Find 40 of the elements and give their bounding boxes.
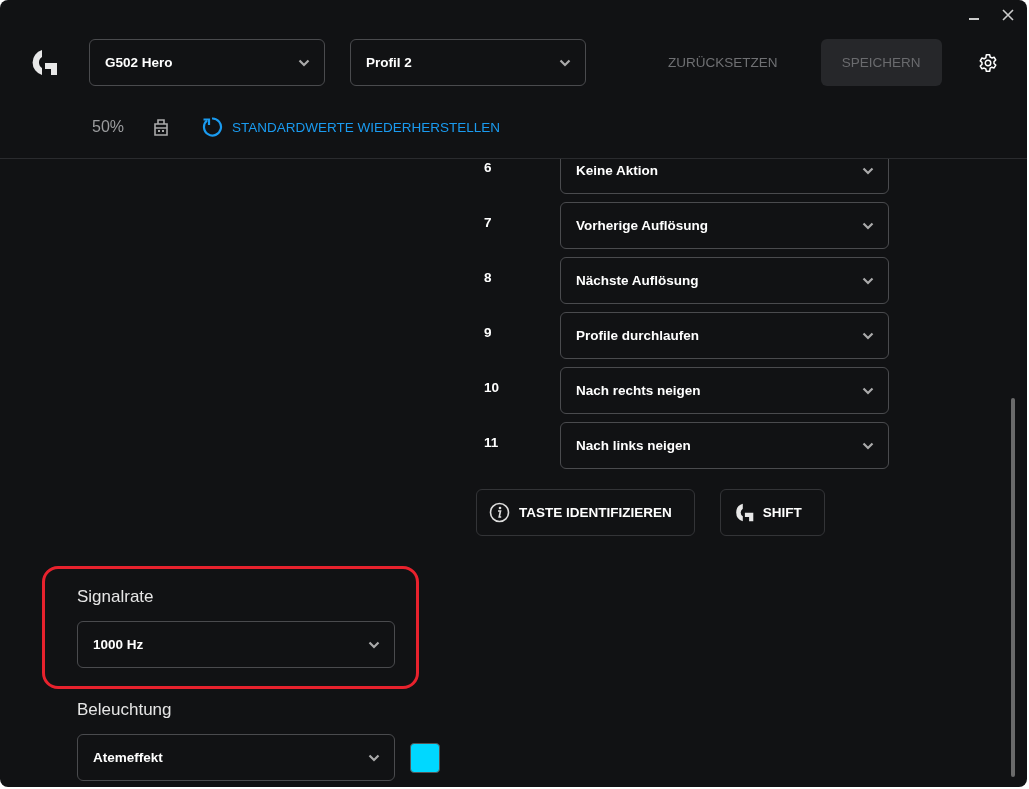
chevron-down-icon xyxy=(298,58,310,67)
chevron-down-icon xyxy=(862,331,874,340)
chevron-down-icon xyxy=(368,753,380,762)
identify-button[interactable]: TASTE IDENTIFIZIEREN xyxy=(476,489,695,536)
close-icon[interactable] xyxy=(1001,8,1015,22)
button-number: 10 xyxy=(483,379,501,397)
chevron-down-icon xyxy=(559,58,571,67)
button-number: 8 xyxy=(483,269,493,287)
shift-button[interactable]: SHIFT xyxy=(719,489,825,536)
chevron-down-icon xyxy=(862,276,874,285)
action-dropdown[interactable]: Keine Aktion xyxy=(560,159,889,194)
refresh-icon xyxy=(201,116,224,138)
button-number: 11 xyxy=(483,434,500,452)
reset-button[interactable]: ZURÜCKSETZEN xyxy=(668,55,778,70)
button-number: 9 xyxy=(483,324,493,342)
report-rate-dropdown[interactable]: 1000 Hz xyxy=(77,621,395,668)
battery-level: 50% xyxy=(92,118,125,136)
chevron-down-icon xyxy=(862,441,874,450)
action-dropdown[interactable]: Nach links neigen xyxy=(560,422,889,469)
chevron-down-icon xyxy=(368,640,380,649)
device-dropdown[interactable]: G502 Hero xyxy=(89,39,325,86)
chevron-down-icon xyxy=(862,386,874,395)
scrollbar[interactable] xyxy=(1011,398,1015,777)
action-dropdown[interactable]: Nächste Auflösung xyxy=(560,257,889,304)
receiver-icon xyxy=(154,118,169,136)
button-number: 6 xyxy=(483,159,493,177)
settings-icon[interactable] xyxy=(977,52,998,73)
section-label: Signalrate xyxy=(77,586,155,608)
chevron-down-icon xyxy=(862,166,874,175)
action-dropdown[interactable]: Profile durchlaufen xyxy=(560,312,889,359)
action-dropdown[interactable]: Vorherige Auflösung xyxy=(560,202,889,249)
button-number: 7 xyxy=(483,214,493,232)
action-dropdown[interactable]: Nach rechts neigen xyxy=(560,367,889,414)
chevron-down-icon xyxy=(862,221,874,230)
profile-dropdown[interactable]: Profil 2 xyxy=(350,39,586,86)
section-label: Beleuchtung xyxy=(77,699,173,721)
lighting-dropdown[interactable]: Atemeffekt xyxy=(77,734,395,781)
info-icon xyxy=(489,502,510,523)
color-swatch[interactable] xyxy=(410,742,440,773)
restore-defaults-link[interactable]: STANDARDWERTE WIEDERHERSTELLEN xyxy=(232,119,501,135)
